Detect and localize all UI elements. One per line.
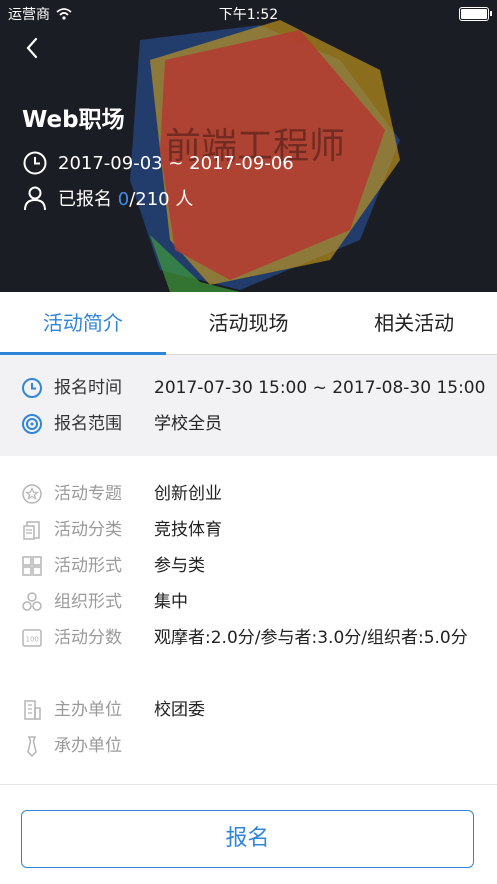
format-row: 活动形式 参与类 — [20, 554, 205, 578]
org-label: 组织形式 — [54, 592, 122, 612]
star-icon — [22, 484, 42, 504]
registration-scope-row: 报名范围 学校全员 — [20, 412, 222, 436]
co-organizer-row: 承办单位 — [20, 734, 154, 758]
topic-row: 活动专题 创新创业 — [20, 482, 222, 506]
signup-current: 0 — [117, 189, 130, 210]
registration-time-row: 报名时间 2017-07-30 15:00 ~ 2017-08-30 15:00 — [20, 376, 485, 400]
footer-bar: 报名 — [0, 784, 497, 884]
score-value: 观摩者:2.0分/参与者:3.0分/组织者:5.0分 — [154, 628, 468, 648]
signup-count-row: 已报名 0/210 人 — [22, 185, 193, 211]
registration-time-label: 报名时间 — [54, 378, 122, 398]
clock-icon — [23, 151, 47, 175]
person-icon — [24, 186, 46, 211]
registration-info: 报名时间 2017-07-30 15:00 ~ 2017-08-30 15:00… — [0, 355, 497, 455]
status-time: 下午1:52 — [218, 7, 279, 23]
category-value: 竞技体育 — [154, 520, 222, 540]
org-row: 组织形式 集中 — [20, 590, 188, 614]
signup-button[interactable]: 报名 — [21, 810, 474, 868]
signup-total: /210 人 — [129, 189, 194, 210]
document-icon — [23, 521, 40, 540]
back-button[interactable] — [20, 34, 48, 64]
svg-text:100: 100 — [26, 636, 39, 644]
target-icon — [22, 414, 42, 434]
activity-dates: 2017-09-03 ~ 2017-09-06 — [22, 150, 294, 176]
tab-scene[interactable]: 活动现场 — [166, 292, 332, 354]
topic-label: 活动专题 — [54, 484, 122, 504]
banner-artwork: 前端工程师 — [130, 20, 400, 292]
activity-details: 活动专题 创新创业 活动分类 竞技体育 活动形式 参与类 组织形式 集中 100… — [0, 456, 497, 784]
score-label: 活动分数 — [54, 628, 122, 648]
host-label: 主办单位 — [54, 700, 122, 720]
grid-icon — [22, 556, 42, 576]
building-icon — [24, 700, 41, 720]
format-value: 参与类 — [154, 556, 205, 576]
tab-intro[interactable]: 活动简介 — [0, 292, 166, 355]
chevron-left-icon — [26, 37, 38, 59]
hero-banner: 前端工程师 运营商 下午1:52 Web职场 2017-09-03 ~ 2017… — [0, 0, 497, 292]
group-icon — [22, 592, 42, 611]
host-value: 校团委 — [154, 700, 205, 720]
registration-scope-value: 学校全员 — [154, 414, 222, 434]
host-row: 主办单位 校团委 — [20, 698, 205, 722]
category-label: 活动分类 — [54, 520, 122, 540]
activity-title: Web职场 — [22, 107, 125, 133]
tab-related[interactable]: 相关活动 — [331, 292, 497, 354]
signup-count: 已报名 0/210 人 — [58, 185, 193, 211]
registration-scope-label: 报名范围 — [54, 414, 122, 434]
battery-tip — [490, 11, 492, 16]
battery-icon — [459, 7, 489, 21]
format-label: 活动形式 — [54, 556, 122, 576]
score-row: 100 活动分数 观摩者:2.0分/参与者:3.0分/组织者:5.0分 — [20, 626, 469, 650]
co-organizer-label: 承办单位 — [54, 736, 122, 756]
topic-value: 创新创业 — [154, 484, 222, 504]
date-range: 2017-09-03 ~ 2017-09-06 — [58, 152, 294, 174]
status-bar: 运营商 下午1:52 — [0, 0, 497, 26]
registration-time-value: 2017-07-30 15:00 ~ 2017-08-30 15:00 — [154, 378, 486, 398]
score-icon: 100 — [22, 629, 42, 647]
org-value: 集中 — [154, 592, 188, 612]
clock-icon — [22, 378, 42, 398]
tab-bar: 活动简介 活动现场 相关活动 — [0, 292, 497, 355]
category-row: 活动分类 竞技体育 — [20, 518, 222, 542]
tie-icon — [27, 736, 37, 757]
signup-prefix: 已报名 — [58, 189, 118, 210]
